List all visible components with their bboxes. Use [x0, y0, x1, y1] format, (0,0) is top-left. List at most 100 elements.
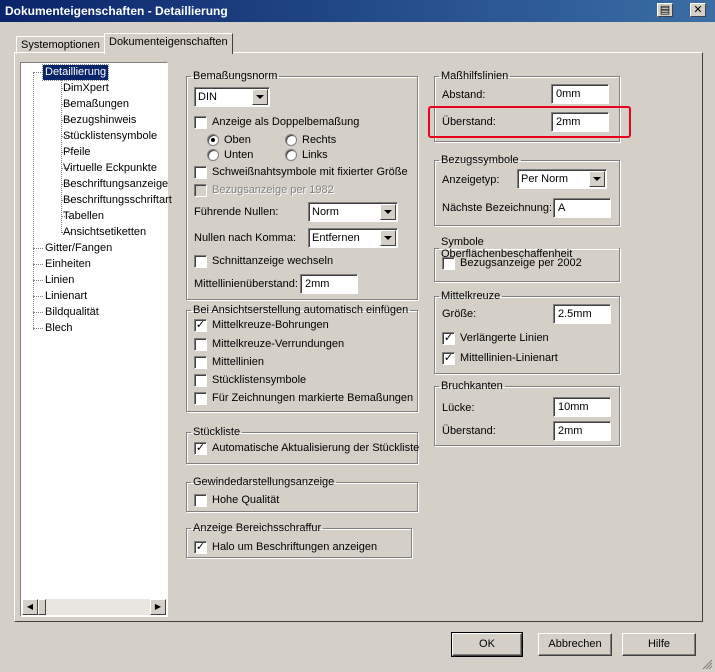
tree-item-gitter-fangen[interactable]: Gitter/Fangen: [45, 241, 112, 256]
mittellinien-label: Mittellinien: [212, 356, 264, 368]
tree-item-linien[interactable]: Linien: [45, 273, 74, 288]
group-bemassungsnorm-legend: Bemaßungsnorm: [193, 70, 278, 82]
abstand-label: Abstand:: [442, 89, 486, 101]
tree-item-virtuelle-eckpunkte[interactable]: Virtuelle Eckpunkte: [63, 161, 157, 176]
radio-oben[interactable]: [207, 134, 219, 146]
hohe-qualitaet-label: Hohe Qualität: [212, 494, 280, 506]
chevron-down-icon[interactable]: [380, 230, 396, 246]
groesse-input[interactable]: 2.5mm: [553, 304, 611, 324]
window-title: Dokumenteigenschaften - Detaillierung: [0, 0, 715, 22]
tree-item-detaillierung[interactable]: Detaillierung: [41, 64, 110, 81]
schweissnaht-label: Schweißnahtsymbole mit fixierter Größe: [212, 166, 408, 178]
scroll-right-icon[interactable]: ▶: [150, 599, 166, 615]
naechste-bezeichnung-label: Nächste Bezeichnung:: [442, 202, 553, 214]
hohe-qualitaet-checkbox[interactable]: [194, 494, 207, 507]
norm-select[interactable]: DIN: [194, 87, 270, 107]
fuehrende-nullen-select[interactable]: Norm: [308, 202, 398, 222]
radio-rechts-label: Rechts: [302, 134, 337, 146]
fuehrende-nullen-label: Führende Nullen:: [194, 206, 279, 218]
auto-aktualisierung-checkbox[interactable]: ✓: [194, 442, 207, 455]
schnittanzeige-label: Schnittanzeige wechseln: [212, 255, 334, 267]
tree-item-beschriftungsschriftart[interactable]: Beschriftungsschriftart: [63, 193, 172, 208]
scroll-thumb[interactable]: [38, 599, 46, 615]
stuecklistensymbole-label: Stücklistensymbole: [212, 374, 307, 386]
mittellinien-checkbox[interactable]: [194, 356, 207, 369]
nullen-nach-komma-value: Entfernen: [312, 232, 360, 244]
radio-unten[interactable]: [207, 149, 219, 161]
tree-item-pfeile[interactable]: Pfeile: [63, 145, 91, 160]
mittelkreuze-bohrungen-label: Mittelkreuze-Bohrungen: [212, 319, 329, 331]
tree-item-ansichtsetiketten[interactable]: Ansichtsetiketten: [63, 225, 146, 240]
groesse-label: Größe:: [442, 308, 477, 320]
mittellinien-linienart-label: Mittellinien-Linienart: [460, 352, 558, 364]
anzeigetyp-select[interactable]: Per Norm: [517, 169, 607, 189]
tab-dokumenteigenschaften[interactable]: Dokumenteigenschaften: [104, 33, 233, 54]
group-stueckliste-legend: Stückliste: [193, 426, 241, 438]
bezug-1982-checkbox: [194, 184, 207, 197]
abbrechen-button[interactable]: Abbrechen: [538, 633, 612, 656]
schweissnaht-checkbox[interactable]: [194, 166, 207, 179]
mittellinien-linienart-checkbox[interactable]: ✓: [442, 352, 455, 365]
mittelkreuze-verrundungen-label: Mittelkreuze-Verrundungen: [212, 338, 345, 350]
radio-oben-label: Oben: [224, 134, 251, 146]
nullen-nach-komma-label: Nullen nach Komma:: [194, 232, 297, 244]
group-mittelkreuze-legend: Mittelkreuze: [441, 290, 501, 302]
tree-item-dimxpert[interactable]: DimXpert: [63, 81, 109, 96]
doppelbemassung-label: Anzeige als Doppelbemaßung: [212, 116, 360, 128]
group-ansichtserstellung-legend: Bei Ansichtserstellung automatisch einfü…: [193, 304, 409, 316]
group-bruchkanten-legend: Bruchkanten: [441, 380, 503, 392]
radio-rechts[interactable]: [285, 134, 297, 146]
highlight-box: [428, 106, 631, 138]
tree-item-blech[interactable]: Blech: [45, 321, 73, 336]
nullen-nach-komma-select[interactable]: Entfernen: [308, 228, 398, 248]
radio-links[interactable]: [285, 149, 297, 161]
luecke-label: Lücke:: [442, 402, 475, 414]
chevron-down-icon[interactable]: [252, 89, 268, 105]
close-icon[interactable]: ✕: [690, 3, 706, 17]
anzeigetyp-value: Per Norm: [521, 173, 569, 185]
property-tree[interactable]: Detaillierung DimXpert Bemaßungen Bezugs…: [20, 62, 172, 617]
halo-label: Halo um Beschriftungen anzeigen: [212, 541, 378, 553]
mittelkreuze-bohrungen-checkbox[interactable]: ✓: [194, 319, 207, 332]
tree-item-stuecklistensymbole[interactable]: Stücklistensymbole: [63, 129, 157, 144]
doppelbemassung-checkbox[interactable]: [194, 116, 207, 129]
bruch-ueberstand-input[interactable]: 2mm: [553, 421, 611, 441]
mittellinienueberstand-label: Mittellinienüberstand:: [194, 278, 298, 290]
chevron-down-icon[interactable]: [589, 171, 605, 187]
bruch-ueberstand-label: Überstand:: [442, 425, 496, 437]
luecke-input[interactable]: 10mm: [553, 397, 611, 417]
markierte-bemassungen-checkbox[interactable]: [194, 392, 207, 405]
tree-item-linienart[interactable]: Linienart: [45, 289, 87, 304]
bezug-2002-checkbox[interactable]: [442, 257, 455, 270]
tree-item-einheiten[interactable]: Einheiten: [45, 257, 91, 272]
bezug-2002-label: Bezugsanzeige per 2002: [460, 257, 582, 269]
norm-select-value: DIN: [198, 91, 217, 103]
schnittanzeige-checkbox[interactable]: [194, 255, 207, 268]
tree-item-tabellen[interactable]: Tabellen: [63, 209, 104, 224]
ok-button[interactable]: OK: [451, 632, 523, 657]
hilfe-button[interactable]: Hilfe: [622, 633, 696, 656]
help-window-icon[interactable]: ▤: [657, 3, 673, 17]
verlaengerte-linien-checkbox[interactable]: ✓: [442, 332, 455, 345]
group-bezugssymbole-legend: Bezugssymbole: [441, 154, 519, 166]
tree-item-bildqualitaet[interactable]: Bildqualität: [45, 305, 99, 320]
group-gewindedarstellung-legend: Gewindedarstellungsanzeige: [193, 476, 335, 488]
abstand-input[interactable]: 0mm: [551, 84, 609, 104]
tree-item-beschriftungsanzeige[interactable]: Beschriftungsanzeige: [63, 177, 168, 192]
scroll-left-icon[interactable]: ◀: [22, 599, 38, 615]
naechste-bezeichnung-input[interactable]: A: [553, 198, 611, 218]
mittellinienueberstand-input[interactable]: 2mm: [300, 274, 358, 294]
tree-horizontal-scrollbar[interactable]: ◀ ▶: [22, 599, 166, 615]
mittelkreuze-verrundungen-checkbox[interactable]: [194, 338, 207, 351]
bezug-1982-label: Bezugsanzeige per 1982: [212, 184, 334, 196]
halo-checkbox[interactable]: ✓: [194, 541, 207, 554]
radio-links-label: Links: [302, 149, 328, 161]
chevron-down-icon[interactable]: [380, 204, 396, 220]
tree-item-bezugshinweis[interactable]: Bezugshinweis: [63, 113, 136, 128]
tree-item-bemassungen[interactable]: Bemaßungen: [63, 97, 129, 112]
stuecklistensymbole-checkbox[interactable]: [194, 374, 207, 387]
resize-grip-icon[interactable]: [701, 658, 713, 670]
verlaengerte-linien-label: Verlängerte Linien: [460, 332, 549, 344]
markierte-bemassungen-label: Für Zeichnungen markierte Bemaßungen: [212, 392, 414, 404]
group-bereichsschraffur-legend: Anzeige Bereichsschraffur: [193, 522, 322, 534]
